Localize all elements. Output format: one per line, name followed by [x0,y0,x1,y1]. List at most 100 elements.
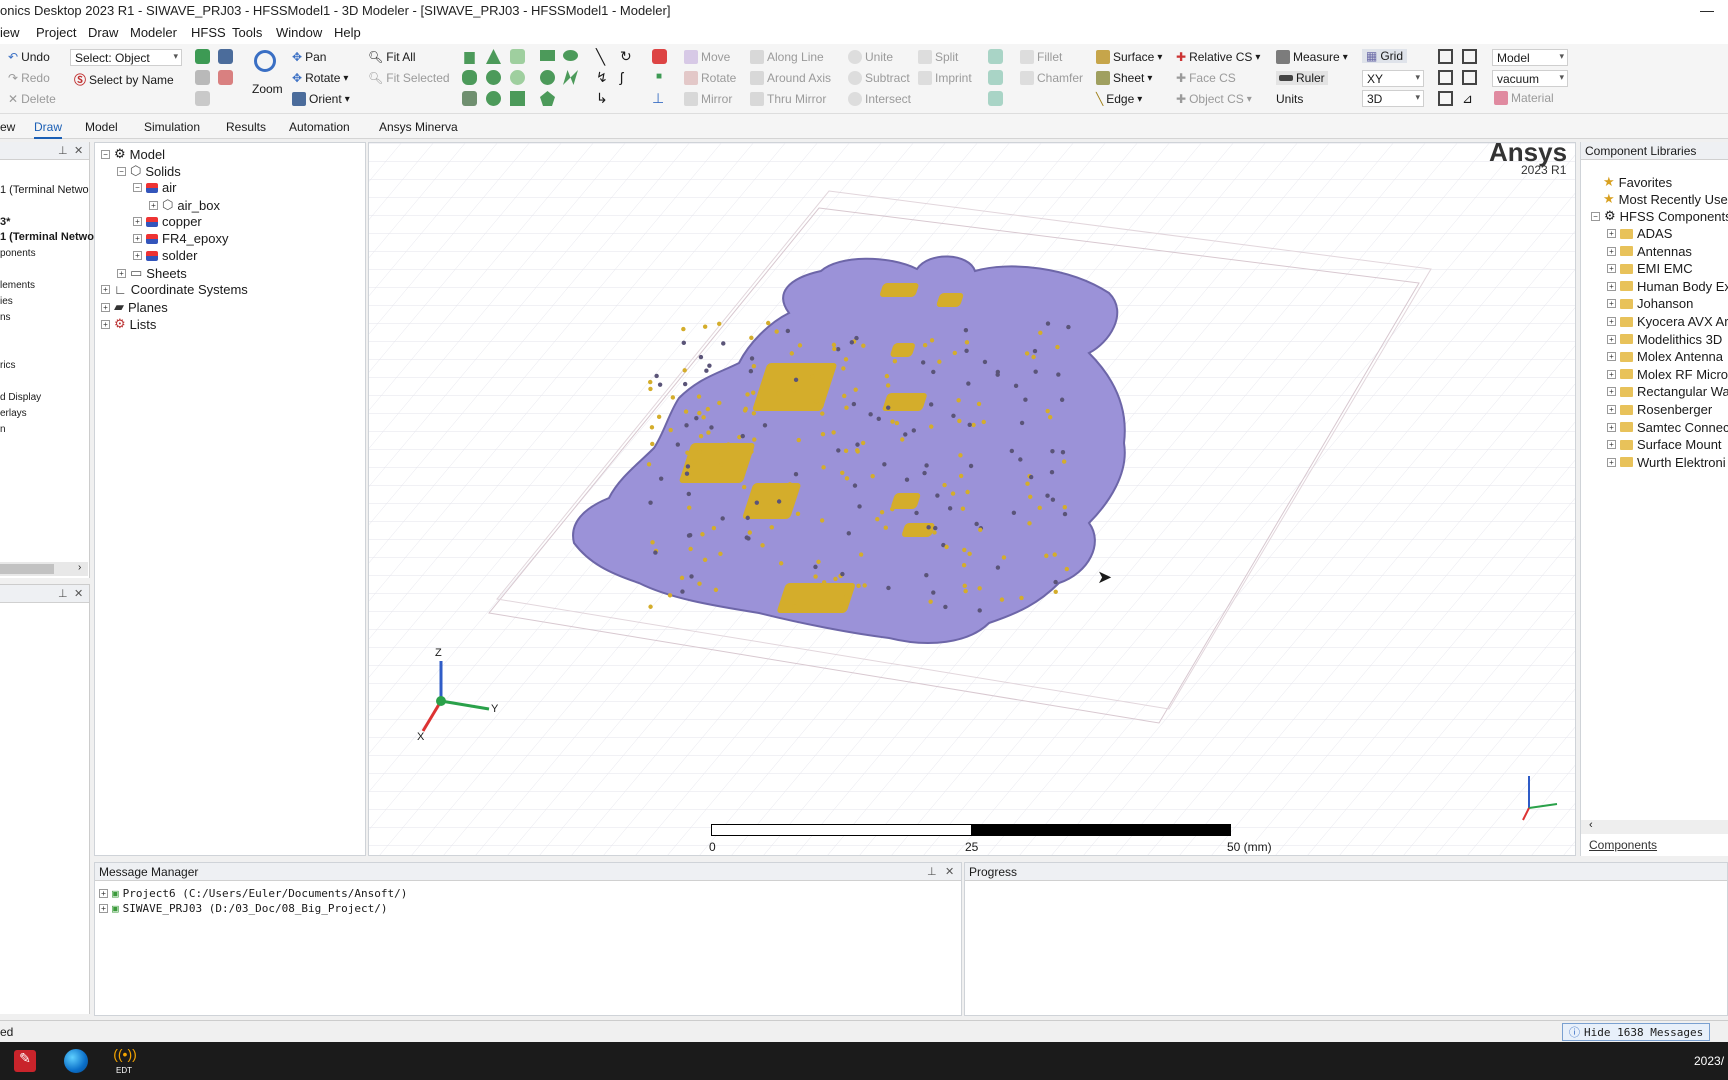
lib-item[interactable]: + Johanson [1607,296,1693,311]
tree-item-lists[interactable]: + ⚙ Lists [101,316,156,332]
rotate-button[interactable]: ✥ Rotate ▾ [292,71,348,85]
project-tree-item[interactable]: n [0,424,6,435]
select-tool-icon[interactable] [195,49,210,64]
select-tool5-icon[interactable] [195,91,210,106]
object-cs-button[interactable]: ✚ Object CS ▾ [1176,92,1252,106]
menu-help[interactable]: Help [334,25,361,40]
edge-button[interactable]: ╲ Edge ▾ [1096,92,1142,106]
project-tree-item[interactable]: ponents [0,248,36,259]
measure-button[interactable]: Measure ▾ [1276,50,1348,64]
select-by-name-button[interactable]: Ⓢ Select by Name [74,71,174,88]
undo-button[interactable]: ↶ Undo [8,50,50,64]
relative-cs-button[interactable]: ✚ Relative CS ▾ [1176,50,1260,64]
lib-item[interactable]: + Samtec Connec [1607,420,1728,435]
spline-icon[interactable] [563,70,578,85]
redo-button[interactable]: ↷ Redo [8,71,50,85]
lib-item[interactable]: + EMI EMC [1607,261,1693,276]
zoom-button[interactable]: Zoom [252,48,283,110]
view-layout2-icon[interactable] [1462,49,1477,64]
rectangle-icon[interactable] [540,50,555,61]
ellipse-icon[interactable] [563,50,578,61]
drawing-mode-dropdown[interactable]: 3D [1362,90,1424,107]
helix-icon[interactable] [510,49,525,64]
tree-item-air-box[interactable]: + ⬡ air_box [149,197,220,213]
plane-dropdown[interactable]: XY [1362,70,1424,87]
message-row[interactable]: + ▣ Project6 (C:/Users/Euler/Documents/Ans… [99,887,407,900]
sheet-button[interactable]: Sheet ▾ [1096,71,1152,85]
chevron-right-icon[interactable]: › [78,562,81,573]
grid-button[interactable]: ▦ Grid [1362,49,1408,63]
menu-draw[interactable]: Draw [88,25,118,40]
curve-icon[interactable]: ↳ [596,90,608,107]
view-layout5-icon[interactable] [1438,91,1453,106]
menu-modeler[interactable]: Modeler [130,25,177,40]
cover-icon[interactable] [988,91,1003,106]
tab-simulation[interactable]: Simulation [144,120,200,134]
ruler-button[interactable]: Ruler [1276,71,1328,85]
select-tool4-icon[interactable] [218,70,233,85]
pin-icon[interactable]: ⊥ [58,144,68,157]
cone-icon[interactable] [486,49,501,64]
project-tree-item[interactable]: ies [0,296,13,307]
horizontal-scrollbar[interactable]: › [0,562,88,576]
scrollbar-thumb[interactable] [0,564,54,574]
project-tree-item[interactable]: lements [0,280,35,291]
ellipsoid-icon[interactable] [486,91,501,106]
tab-automation[interactable]: Automation [289,120,350,134]
view-layout4-icon[interactable] [1462,70,1477,85]
delete-button[interactable]: ✕ Delete [8,92,56,106]
edge-browser-icon[interactable] [64,1049,88,1073]
select-tool3-icon[interactable] [195,70,210,85]
tree-item-sheets[interactable]: + ▭ Sheets [117,265,187,281]
tab-model[interactable]: Model [85,120,118,134]
bondwire-icon[interactable] [510,91,525,106]
lib-scrollbar[interactable]: ‹ [1581,819,1728,834]
menu-project[interactable]: Project [36,25,76,40]
menu-window[interactable]: Window [276,25,322,40]
polyhedron-icon[interactable] [462,91,477,106]
move-button[interactable]: Move [684,50,730,64]
along-line-button[interactable]: Along Line [750,50,824,64]
pin-icon[interactable]: ⊥ [58,587,68,600]
minimize-button[interactable]: — [1700,2,1714,18]
lib-item[interactable]: + Molex RF Micro [1607,367,1728,382]
close-icon[interactable]: ✕ [74,587,83,600]
pan-button[interactable]: ✥ Pan [292,50,326,64]
unite-button[interactable]: Unite [848,50,893,64]
lib-item[interactable]: + Antennas [1607,244,1692,259]
project-tree-item[interactable]: ns [0,312,11,323]
tree-item-coordinate-systems[interactable]: + ∟ Coordinate Systems [101,282,248,297]
lib-item[interactable]: + Molex Antenna [1607,349,1723,364]
tab-results[interactable]: Results [226,120,266,134]
subtract-button[interactable]: Subtract [848,71,910,85]
message-row[interactable]: + ▣ SIWAVE_PRJ03 (D:/03_Doc/08_Big_Project… [99,902,388,915]
around-axis-button[interactable]: Around Axis [750,71,831,85]
circle-icon[interactable] [540,70,555,85]
tree-item-solder[interactable]: + solder [133,248,197,263]
surface-button[interactable]: Surface ▾ [1096,50,1162,64]
project-tree-item[interactable]: 1 (Terminal Netwo [0,184,89,196]
thru-mirror-button[interactable]: Thru Mirror [750,92,826,106]
tree-item-model[interactable]: − ⚙ Model [101,146,165,162]
project-tree-item[interactable]: 3* [0,216,10,228]
model-dropdown[interactable]: Model [1492,49,1568,66]
rotate-object-button[interactable]: Rotate [684,71,736,85]
view-layout3-icon[interactable] [1438,70,1453,85]
view-layout-icon[interactable] [1438,49,1453,64]
lib-item[interactable]: + Surface Mount [1607,437,1722,452]
face-cs-button[interactable]: ✚ Face CS [1176,71,1236,85]
tab-components[interactable]: Components [1589,838,1657,852]
pdf-app-icon[interactable]: ✎ [14,1050,36,1072]
tree-item-planes[interactable]: + ▰ Planes [101,299,168,315]
fit-selected-button[interactable]: 🔍︎ Fit Selected [368,71,450,85]
chamfer-button[interactable]: Chamfer [1020,71,1083,85]
lib-item[interactable]: + Wurth Elektroni [1607,455,1726,470]
lib-item-recent[interactable]: ★ Most Recently Use [1603,191,1728,207]
menu-view[interactable]: iew [0,25,20,40]
view-layout6-icon[interactable]: ⊿ [1462,91,1477,106]
lib-item[interactable]: + Modelithics 3D [1607,332,1722,347]
material-button[interactable]: Material [1494,91,1554,105]
arc-icon[interactable]: ↻ [620,48,632,65]
region-icon[interactable] [652,49,667,64]
close-icon[interactable]: ✕ [945,865,954,878]
